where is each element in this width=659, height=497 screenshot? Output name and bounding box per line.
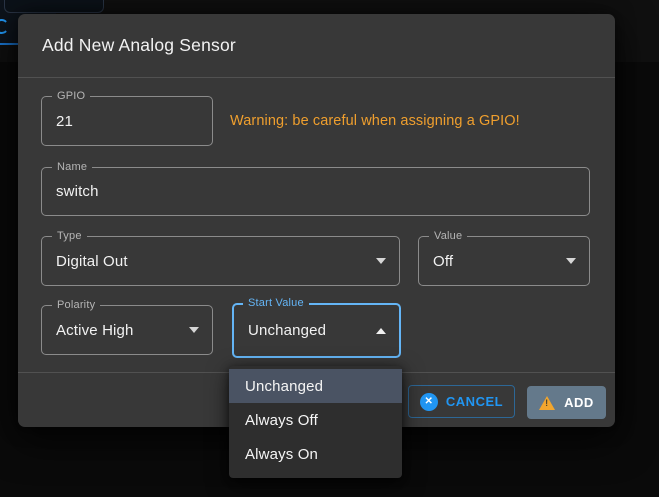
chevron-down-icon (376, 258, 386, 264)
type-select[interactable]: Type Digital Out (41, 236, 400, 286)
add-button[interactable]: ! ADD (527, 386, 606, 419)
cancel-button-label: CANCEL (446, 394, 503, 409)
add-button-label: ADD (564, 395, 594, 410)
title-divider (18, 77, 615, 78)
polarity-select-value: Active High (56, 306, 182, 354)
cancel-button[interactable]: ✕ CANCEL (408, 385, 515, 418)
name-field[interactable]: Name switch (41, 167, 590, 216)
close-circle-icon: ✕ (420, 393, 438, 411)
chevron-up-icon (376, 328, 386, 334)
warning-triangle-icon: ! (539, 396, 555, 410)
polarity-select[interactable]: Polarity Active High (41, 305, 213, 355)
value-select[interactable]: Value Off (418, 236, 590, 286)
name-field-value: switch (56, 168, 559, 215)
menu-item-unchanged[interactable]: Unchanged (229, 369, 402, 403)
value-select-value: Off (433, 237, 559, 285)
start-value-menu: Unchanged Always Off Always On (229, 366, 402, 478)
gpio-warning-text: Warning: be careful when assigning a GPI… (230, 96, 605, 146)
chevron-down-icon (566, 258, 576, 264)
gpio-field-value: 21 (56, 97, 182, 145)
start-value-select-value: Unchanged (248, 305, 369, 356)
gpio-field[interactable]: GPIO 21 (41, 96, 213, 146)
chevron-down-icon (189, 327, 199, 333)
menu-item-always-off[interactable]: Always Off (229, 403, 402, 437)
type-select-value: Digital Out (56, 237, 369, 285)
screen: Add New Analog Sensor GPIO 21 Warning: b… (0, 0, 659, 497)
dialog-title: Add New Analog Sensor (42, 14, 591, 77)
background-top-button[interactable] (4, 0, 104, 13)
menu-item-always-on[interactable]: Always On (229, 437, 402, 471)
start-value-select[interactable]: Start Value Unchanged (232, 303, 401, 358)
